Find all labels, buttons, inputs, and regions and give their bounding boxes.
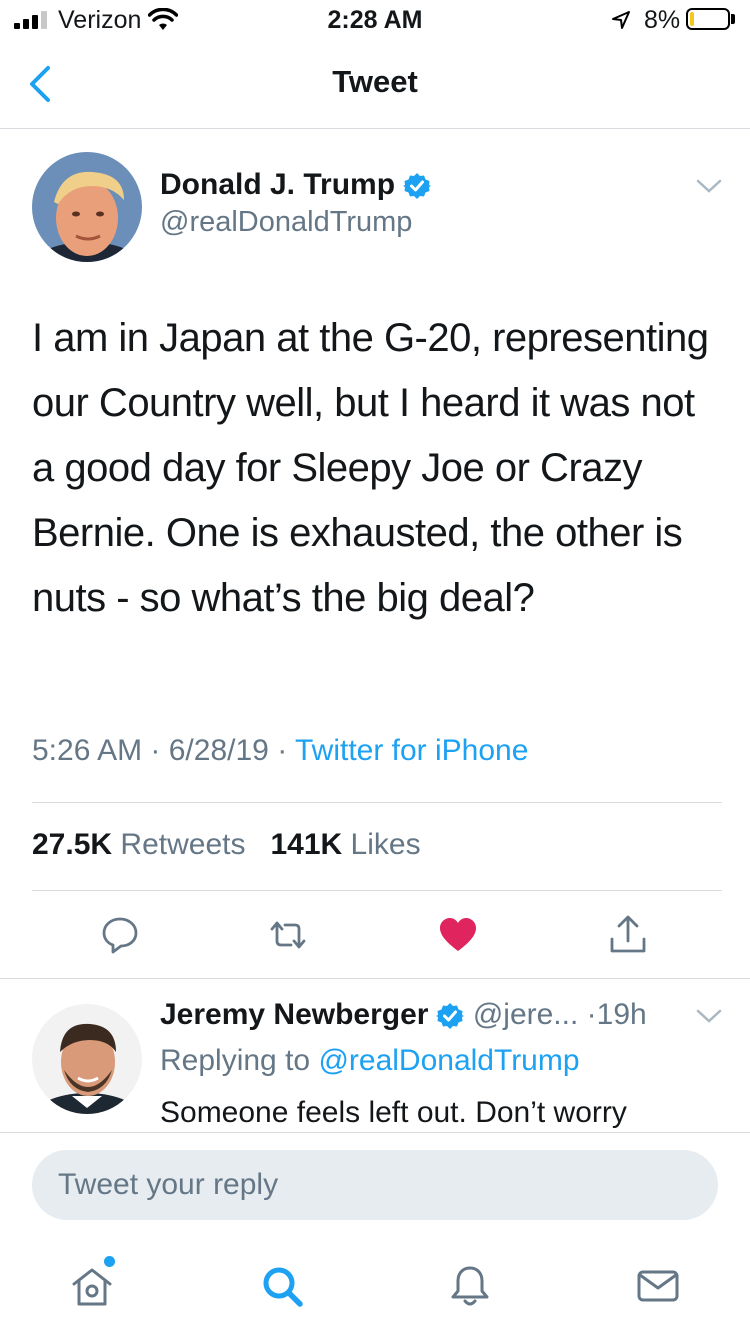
reply-header[interactable]: Jeremy Newberger @jere... ·19h <box>160 998 647 1032</box>
home-notification-dot <box>104 1256 115 1267</box>
home-icon[interactable] <box>68 1262 116 1310</box>
chevron-down-icon[interactable] <box>696 178 722 194</box>
like-stat[interactable]: 141K Likes <box>270 828 420 861</box>
search-icon[interactable] <box>258 1262 306 1310</box>
notifications-icon[interactable] <box>446 1262 494 1310</box>
battery-icon <box>686 8 730 30</box>
tweet-text: I am in Japan at the G-20, representing … <box>32 316 709 620</box>
replying-to-line: Replying to @realDonaldTrump <box>160 1044 580 1078</box>
replying-to-prefix: Replying to <box>160 1044 311 1077</box>
author-name-row[interactable]: Donald J. Trump <box>160 168 432 202</box>
stats-divider <box>32 890 722 891</box>
reply-author-avatar[interactable] <box>32 1004 142 1114</box>
reply-age-separator: · <box>586 998 597 1031</box>
clock: 2:28 AM <box>327 6 423 34</box>
reply-age: 19h <box>596 998 647 1031</box>
retweet-stat[interactable]: 27.5K Retweets <box>32 828 245 861</box>
meta-divider <box>32 802 722 803</box>
reply-input[interactable]: Tweet your reply <box>32 1150 718 1220</box>
reply-author-handle[interactable]: @jere... <box>473 998 578 1031</box>
author-avatar[interactable] <box>32 152 142 262</box>
reply-text[interactable]: Someone feels left out. Don’t worry <box>160 1096 700 1132</box>
meta-separator: · <box>150 734 169 767</box>
tweet-stats: 27.5K Retweets 141K Likes <box>32 828 421 862</box>
actions-divider <box>0 978 750 979</box>
tweet-date: 6/28/19 <box>168 734 269 767</box>
location-arrow-icon <box>612 11 630 29</box>
meta-separator: · <box>277 734 295 767</box>
battery-tip <box>731 14 735 24</box>
reply-author-name[interactable]: Jeremy Newberger <box>160 998 428 1031</box>
tweet-meta: 5:26 AM · 6/28/19 · Twitter for iPhone <box>32 734 528 768</box>
like-heart-icon[interactable] <box>436 913 480 957</box>
battery-percent: 8% <box>644 6 681 34</box>
retweet-count: 27.5K <box>32 828 113 861</box>
share-icon[interactable] <box>606 913 650 957</box>
replying-to-handle[interactable]: @realDonaldTrump <box>318 1044 579 1077</box>
composer-divider <box>0 1132 750 1133</box>
reply-icon[interactable] <box>98 913 142 957</box>
author-handle[interactable]: @realDonaldTrump <box>160 206 412 239</box>
retweet-icon[interactable] <box>266 913 310 957</box>
chevron-down-icon[interactable] <box>696 1008 722 1024</box>
verified-badge-icon <box>403 173 432 200</box>
messages-icon[interactable] <box>634 1262 682 1310</box>
status-bar: Verizon 2:28 AM 8% <box>0 0 750 40</box>
like-count: 141K <box>270 828 343 861</box>
page-title: Tweet <box>332 64 418 99</box>
retweet-label: Retweets <box>120 828 246 861</box>
nav-divider <box>0 128 750 129</box>
verified-badge-icon <box>436 1003 465 1030</box>
tweet-source-link[interactable]: Twitter for iPhone <box>295 734 528 767</box>
tweet-time: 5:26 AM <box>32 734 143 767</box>
author-name[interactable]: Donald J. Trump <box>160 168 395 201</box>
like-label: Likes <box>350 828 421 861</box>
